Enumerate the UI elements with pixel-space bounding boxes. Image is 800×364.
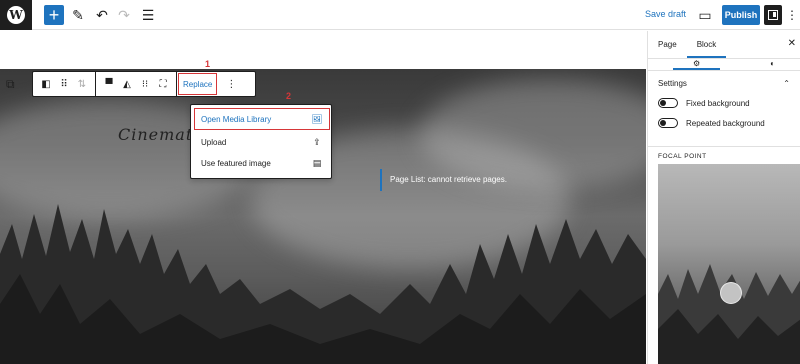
menu-item-label: Upload	[201, 137, 227, 147]
replace-media-dropdown: Open Media Library 🖼 Upload ⇪ Use featur…	[190, 104, 332, 179]
full-height-button[interactable]: ⛶	[154, 75, 172, 93]
move-up-down-button[interactable]: ⇅	[73, 75, 91, 93]
block-parent-selector[interactable]: ⧉	[6, 77, 20, 91]
settings-sidebar: Page Block ✕ ⚙ ◐ Settings ⌃ Fixed backgr…	[647, 31, 800, 364]
block-inspector-tabs: ⚙ ◐	[648, 59, 800, 71]
block-options-button[interactable]: ⋮	[222, 75, 240, 93]
settings-heading: Settings	[658, 79, 687, 88]
transform-block-icon: ⧉	[6, 77, 15, 91]
align-top-icon: ▀	[105, 78, 113, 90]
chevron-up-icon: ⌃	[783, 79, 790, 88]
focal-point-label: FOCAL POINT	[658, 153, 707, 160]
focal-forest-silhouette	[658, 264, 800, 364]
save-draft-button[interactable]: Save draft	[645, 9, 686, 19]
tab-block[interactable]: Block	[687, 31, 727, 58]
settings-toggle-button[interactable]	[764, 5, 782, 25]
drag-handle-icon: ⠿	[60, 78, 68, 90]
sidebar-toggle-icon	[768, 10, 778, 20]
settings-tab-icon[interactable]: ⚙	[673, 59, 720, 70]
wordpress-logo-icon: W	[7, 6, 25, 24]
tab-page[interactable]: Page	[648, 31, 687, 58]
menu-item-upload[interactable]: Upload ⇪	[195, 132, 329, 152]
upload-icon: ⇪	[313, 136, 321, 147]
focal-point-button[interactable]: ⁝⁝	[136, 75, 154, 93]
menu-item-label: Open Media Library	[201, 114, 272, 124]
list-view-icon: ☰	[141, 6, 155, 23]
fixed-background-row: Fixed background	[658, 98, 790, 108]
settings-panel-header[interactable]: Settings ⌃	[658, 79, 790, 88]
fullscreen-icon: ⛶	[159, 78, 167, 90]
vertical-ellipsis-icon: ⋮	[226, 78, 237, 90]
menu-item-open-media-library[interactable]: Open Media Library 🖼	[194, 108, 330, 130]
annotation-step-2: 2	[286, 91, 292, 101]
menu-item-use-featured-image[interactable]: Use featured image ▤	[195, 153, 329, 173]
editor-top-bar: W + ✎ ↶ ↷ ☰ Save draft ▭ Publish ⋮	[0, 0, 800, 30]
media-library-icon: 🖼	[311, 113, 323, 124]
fixed-background-label: Fixed background	[686, 98, 750, 108]
more-options-group: ⋮	[218, 72, 244, 96]
sidebar-tabs: Page Block ✕	[648, 31, 800, 59]
cover-block-icon: ◧	[41, 78, 51, 90]
chevron-up-down-icon: ⇅	[77, 78, 87, 90]
desktop-preview-icon: ▭	[698, 6, 712, 23]
undo-icon: ↶	[96, 6, 108, 23]
focal-point-picker[interactable]	[658, 164, 800, 364]
settings-panel: Settings ⌃ Fixed background Repeated bac…	[648, 71, 800, 147]
publish-button[interactable]: Publish	[722, 5, 760, 25]
drag-handle[interactable]: ⠿	[55, 75, 73, 93]
list-view-button[interactable]: ☰	[138, 5, 158, 25]
featured-image-icon: ▤	[312, 157, 322, 168]
alignment-group: ▀ ◭ ⁝⁝ ⛶	[96, 72, 177, 96]
focal-point-handle[interactable]	[720, 282, 742, 304]
block-toolbar: ◧ ⠿ ⇅ ▀ ◭ ⁝⁝ ⛶ Replace ⋮	[32, 71, 256, 97]
align-button[interactable]: ▀	[100, 75, 118, 93]
cover-block-type-button[interactable]: ◧	[37, 75, 55, 93]
redo-icon: ↷	[118, 6, 130, 23]
repeated-background-toggle[interactable]	[658, 118, 678, 128]
site-title-logo: Cinemat	[118, 125, 194, 144]
styles-tab-icon[interactable]: ◐	[770, 59, 775, 70]
add-block-button[interactable]: +	[44, 5, 64, 25]
preview-button[interactable]: ▭	[698, 5, 712, 25]
redo-button[interactable]: ↷	[114, 5, 134, 25]
replace-button[interactable]: Replace	[177, 72, 218, 96]
undo-button[interactable]: ↶	[92, 5, 112, 25]
page-list-notice: Page List: cannot retrieve pages.	[380, 169, 507, 191]
repeated-background-label: Repeated background	[686, 118, 765, 128]
duotone-filter-icon: ◭	[123, 78, 131, 90]
block-type-group: ◧ ⠿ ⇅	[33, 72, 96, 96]
pencil-icon: ✎	[72, 6, 84, 23]
duotone-button[interactable]: ◭	[118, 75, 136, 93]
editor-canvas: Cinemat Page List: cannot retrieve pages…	[0, 31, 646, 364]
tools-button[interactable]: ✎	[68, 5, 88, 25]
close-icon: ✕	[787, 38, 796, 49]
wordpress-logo-button[interactable]: W	[0, 0, 32, 30]
repeated-background-row: Repeated background	[658, 118, 790, 128]
forest-silhouette	[0, 204, 646, 364]
menu-item-label: Use featured image	[201, 158, 271, 168]
vertical-ellipsis-icon: ⋮	[786, 8, 798, 22]
options-menu-button[interactable]: ⋮	[786, 5, 798, 25]
focal-point-grid-icon: ⁝⁝	[141, 78, 149, 90]
fixed-background-toggle[interactable]	[658, 98, 678, 108]
close-sidebar-button[interactable]: ✕	[788, 38, 796, 49]
plus-icon: +	[48, 5, 60, 25]
annotation-step-1: 1	[205, 59, 211, 69]
